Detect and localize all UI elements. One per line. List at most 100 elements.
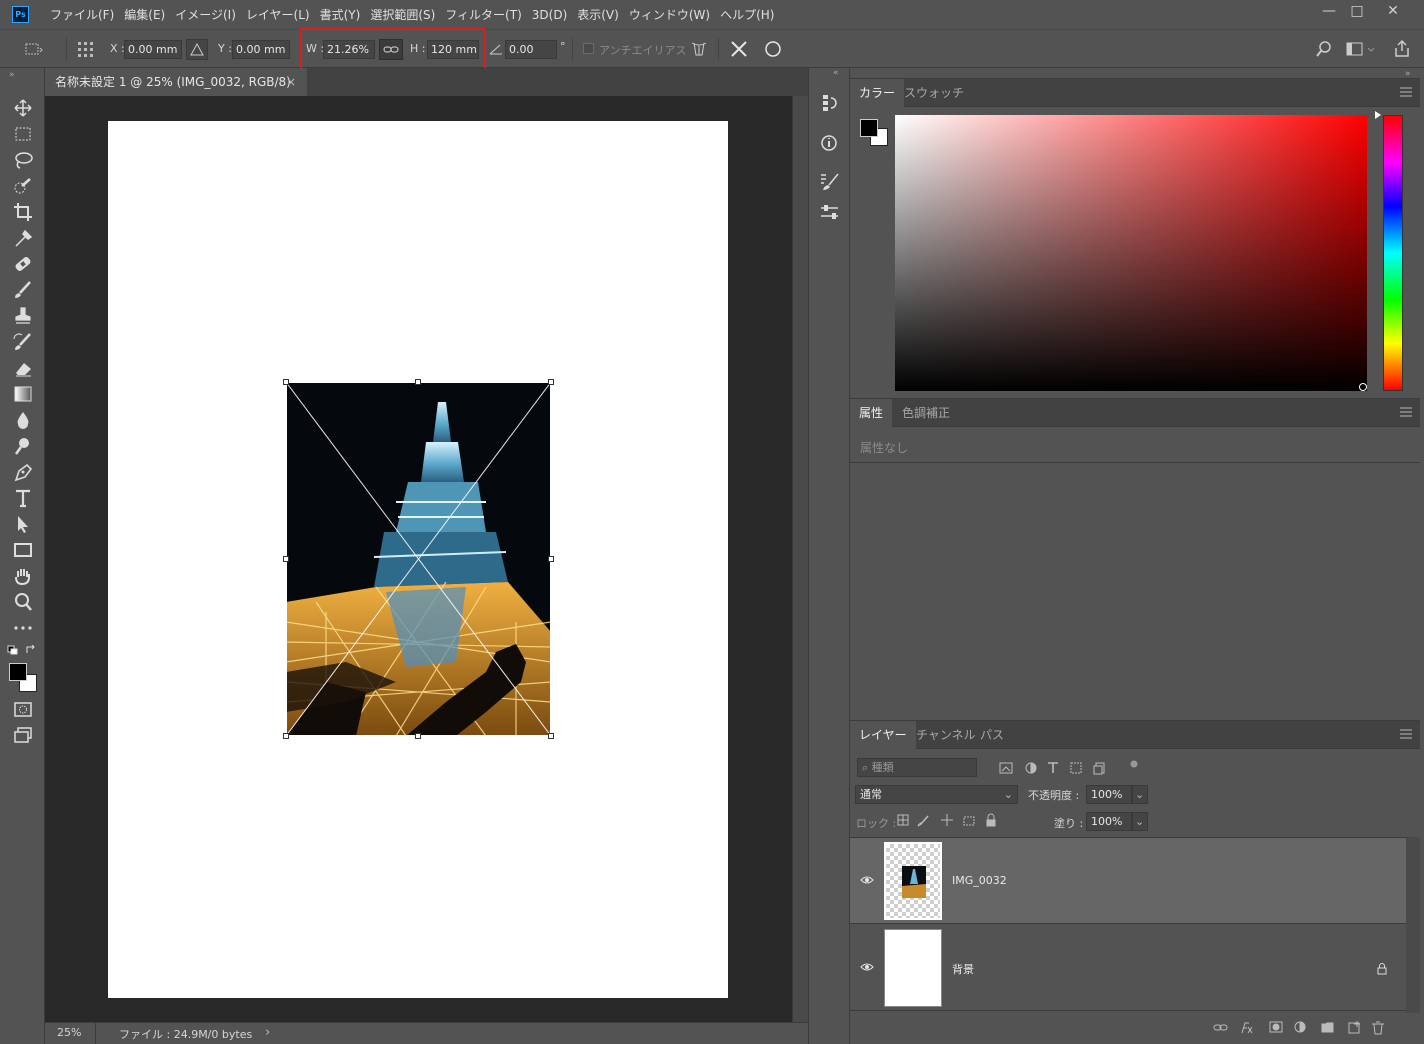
menu-window[interactable]: ウィンドウ(W) (629, 0, 720, 30)
fill-input[interactable]: 100% (1086, 812, 1132, 831)
color-picker-marker[interactable] (1359, 383, 1367, 391)
menu-image[interactable]: イメージ(I) (175, 0, 246, 30)
transform-handle-bottom-left[interactable] (283, 733, 289, 739)
visibility-eye-icon[interactable] (860, 961, 874, 973)
close-window-button[interactable]: ✕ (1378, 0, 1408, 22)
cancel-transform-icon[interactable] (728, 38, 750, 60)
type-tool-icon[interactable] (10, 487, 36, 509)
tab-paths[interactable]: パス (971, 721, 1013, 749)
move-tool-icon[interactable] (10, 97, 36, 119)
transform-handle-top-left[interactable] (283, 379, 289, 385)
foreground-color-swatch[interactable] (9, 663, 27, 681)
antialias-checkbox[interactable] (583, 43, 594, 54)
info-panel-icon[interactable] (810, 128, 848, 158)
layer-name-background[interactable]: 背景 (952, 961, 974, 977)
tab-adjustments[interactable]: 色調補正 (893, 399, 959, 427)
history-brush-tool-icon[interactable] (10, 331, 36, 353)
eyedropper-tool-icon[interactable] (10, 227, 36, 249)
reference-point-icon[interactable] (76, 40, 96, 58)
vertical-scrollbar[interactable] (792, 96, 808, 1022)
placed-image[interactable] (286, 382, 551, 736)
pen-tool-icon[interactable] (10, 461, 36, 483)
collapse-arrows-icon[interactable]: « (833, 68, 839, 78)
fill-dropdown-icon[interactable]: ⌄ (1132, 812, 1148, 831)
more-tools-icon[interactable] (10, 617, 36, 639)
y-input[interactable]: 0.00 mm (232, 40, 290, 59)
zoom-level[interactable]: 25% (57, 1026, 81, 1039)
marquee-tool-icon[interactable] (10, 123, 36, 145)
crop-tool-icon[interactable] (10, 201, 36, 223)
transform-handle-bottom-right[interactable] (548, 733, 554, 739)
transform-handle-top[interactable] (415, 379, 421, 385)
brush-tool-icon[interactable] (10, 279, 36, 301)
default-colors-icon[interactable] (7, 645, 19, 655)
lasso-tool-icon[interactable] (10, 149, 36, 171)
visibility-eye-icon[interactable] (860, 874, 874, 886)
layer-row-img0032[interactable]: IMG_0032 (850, 838, 1406, 924)
layer-name-img0032[interactable]: IMG_0032 (952, 874, 1007, 887)
hue-slider[interactable] (1383, 115, 1403, 391)
dodge-tool-icon[interactable] (10, 435, 36, 457)
opacity-input[interactable]: 100% (1086, 785, 1132, 804)
warp-mode-icon[interactable] (688, 38, 710, 60)
angle-input[interactable]: 0.00 (505, 40, 557, 59)
tab-layers[interactable]: レイヤー (850, 721, 916, 749)
eraser-tool-icon[interactable] (10, 357, 36, 379)
hue-slider-handle[interactable] (1375, 111, 1381, 119)
collapse-arrows-icon[interactable]: » (1405, 69, 1411, 79)
minimize-button[interactable]: — (1314, 0, 1344, 22)
search-icon[interactable] (1314, 39, 1334, 59)
layers-scrollbar[interactable] (1406, 837, 1420, 1013)
color-field[interactable] (895, 115, 1367, 391)
blend-mode-select[interactable]: 通常 ⌄ (855, 785, 1018, 804)
layer-row-background[interactable]: 背景 (850, 925, 1406, 1011)
transform-handle-right[interactable] (548, 556, 554, 562)
quick-mask-icon[interactable] (10, 698, 36, 720)
menu-help[interactable]: ヘルプ(H) (720, 0, 784, 30)
adjustments-panel-icon[interactable] (810, 198, 848, 228)
screen-mode-icon[interactable] (10, 724, 36, 746)
workspace-icon[interactable] (1344, 39, 1378, 59)
transform-handle-top-right[interactable] (548, 379, 554, 385)
maximize-button[interactable]: □ (1342, 0, 1372, 22)
clone-stamp-tool-icon[interactable] (10, 305, 36, 327)
panel-menu-icon[interactable] (1400, 729, 1412, 739)
transform-handle-bottom[interactable] (415, 733, 421, 739)
layer-filter-select[interactable]: ⌕ 種類 (857, 758, 977, 777)
opacity-dropdown-icon[interactable]: ⌄ (1132, 785, 1148, 804)
rectangle-tool-icon[interactable] (10, 539, 36, 561)
blur-tool-icon[interactable] (10, 409, 36, 431)
menu-select[interactable]: 選択範囲(S) (370, 0, 445, 30)
zoom-tool-icon[interactable] (10, 591, 36, 613)
status-menu-arrow[interactable]: › (265, 1025, 270, 1040)
lock-icons[interactable] (896, 813, 996, 829)
brush-settings-panel-icon[interactable] (810, 168, 848, 198)
lock-icon[interactable] (1376, 963, 1388, 975)
menu-3d[interactable]: 3D(D) (532, 0, 577, 30)
menu-file[interactable]: ファイル(F) (50, 0, 124, 30)
menu-type[interactable]: 書式(Y) (320, 0, 371, 30)
path-selection-tool-icon[interactable] (10, 513, 36, 535)
history-panel-icon[interactable] (810, 88, 848, 118)
menu-edit[interactable]: 編集(E) (124, 0, 175, 30)
menu-filter[interactable]: フィルター(T) (445, 0, 531, 30)
quick-selection-tool-icon[interactable] (10, 175, 36, 197)
hand-tool-icon[interactable] (10, 565, 36, 587)
panel-menu-icon[interactable] (1400, 87, 1412, 97)
color-foreground-swatch[interactable] (860, 119, 878, 137)
healing-brush-tool-icon[interactable] (10, 253, 36, 275)
panel-menu-icon[interactable] (1400, 407, 1412, 417)
menu-view[interactable]: 表示(V) (577, 0, 629, 30)
transform-preset-icon[interactable] (22, 40, 44, 58)
share-icon[interactable] (1392, 38, 1412, 60)
relative-delta-icon[interactable] (186, 39, 208, 60)
tab-properties[interactable]: 属性 (850, 399, 893, 427)
transform-handle-left[interactable] (283, 556, 289, 562)
tab-swatches[interactable]: スウォッチ (895, 79, 973, 107)
x-input[interactable]: 0.00 mm (124, 40, 182, 59)
gradient-tool-icon[interactable] (10, 383, 36, 405)
close-tab-icon[interactable]: × (286, 68, 296, 96)
menu-layer[interactable]: レイヤー(L) (246, 0, 320, 30)
collapse-arrows-icon[interactable]: » (9, 70, 15, 80)
document-tab[interactable]: 名称未設定 1 @ 25% (IMG_0032, RGB/8) × (45, 68, 307, 96)
